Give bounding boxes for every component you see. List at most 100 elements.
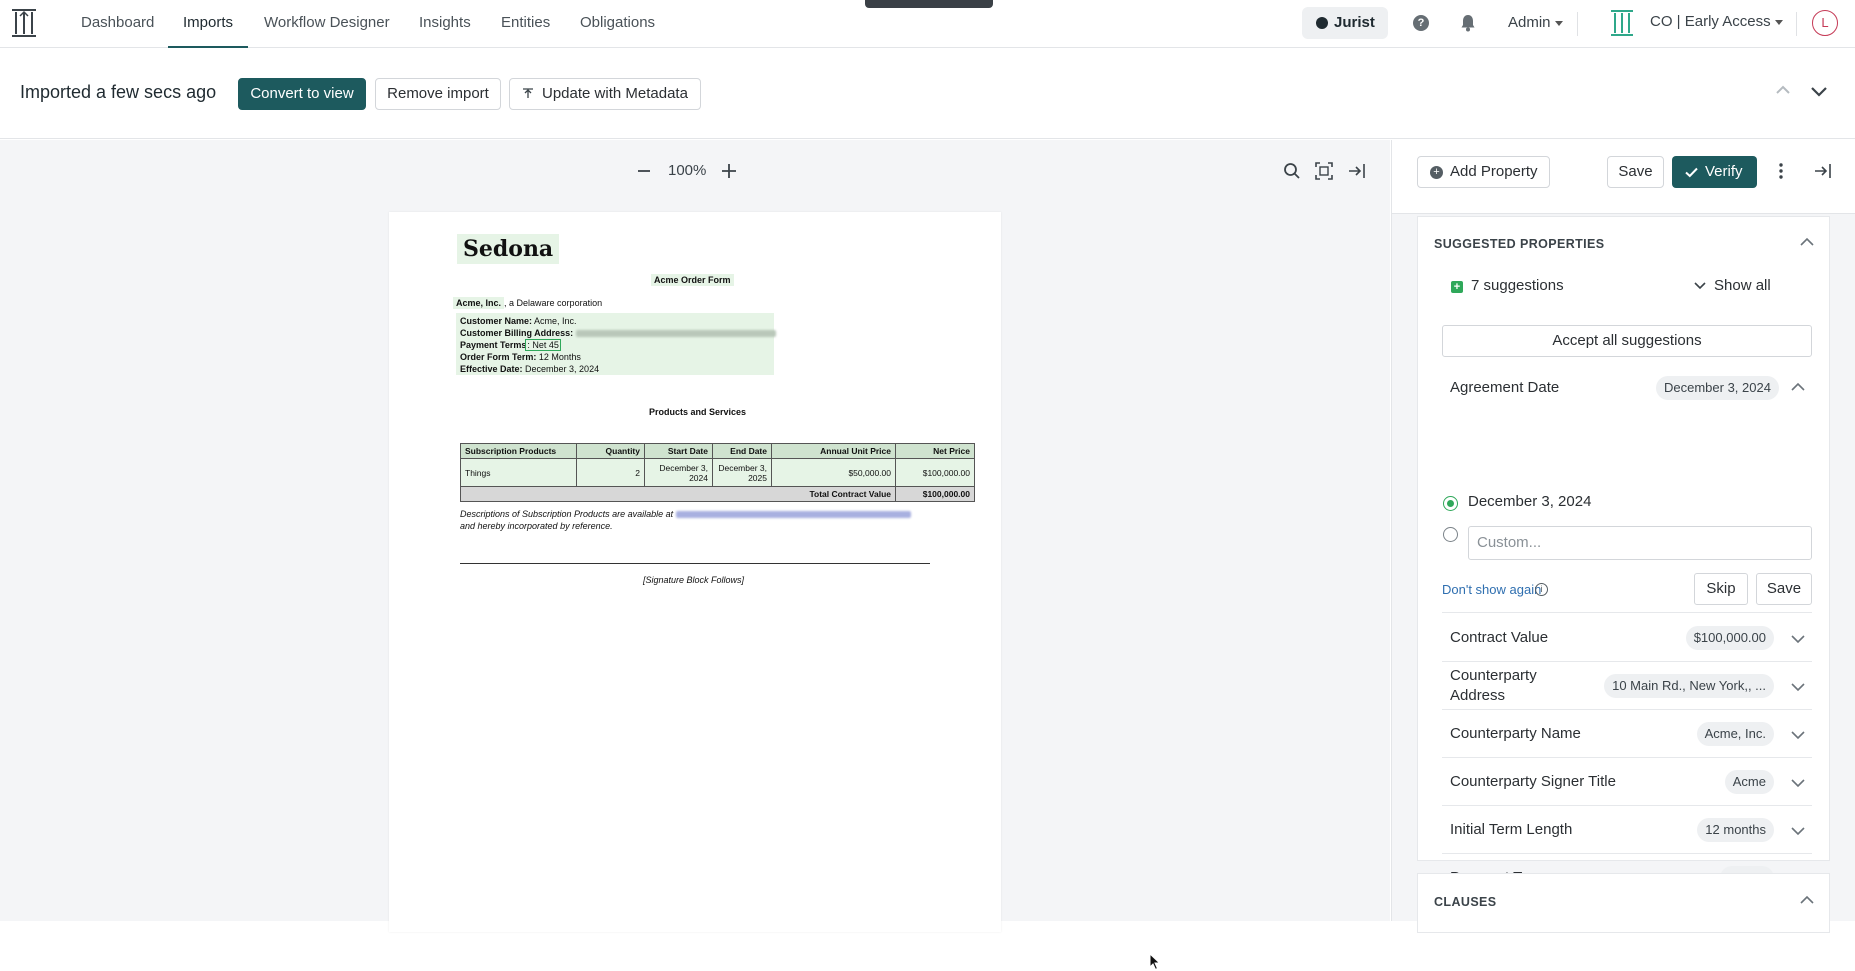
fit-page-icon[interactable] bbox=[1315, 162, 1333, 180]
chevron-up-icon[interactable] bbox=[1775, 82, 1791, 98]
suggestions-count: 7 suggestions bbox=[1471, 277, 1564, 294]
property-value-pill[interactable]: December 3, 2024 bbox=[1656, 376, 1779, 400]
section-title: Products and Services bbox=[649, 407, 747, 417]
property-row[interactable]: Counterparty Name Acme, Inc. bbox=[1442, 710, 1812, 758]
party-line: Acme, Inc., a Delaware corporation bbox=[453, 297, 603, 309]
property-row[interactable]: Counterparty Address 10 Main Rd., New Yo… bbox=[1442, 662, 1812, 710]
chevron-down-icon[interactable] bbox=[1791, 634, 1805, 644]
property-row[interactable]: Initial Term Length 12 months bbox=[1442, 806, 1812, 854]
chevron-down-icon[interactable] bbox=[1791, 778, 1805, 788]
mouse-cursor-icon bbox=[1149, 953, 1161, 971]
upload-icon bbox=[523, 88, 533, 98]
table-header: Net Price bbox=[895, 443, 975, 459]
tab-dashboard[interactable]: Dashboard bbox=[81, 0, 154, 48]
help-icon[interactable]: ? bbox=[1413, 15, 1429, 31]
info-icon[interactable]: i bbox=[1535, 583, 1548, 596]
property-value-pill[interactable]: 12 months bbox=[1697, 818, 1774, 842]
table-header: Subscription Products bbox=[460, 443, 577, 459]
option-radio-selected[interactable] bbox=[1443, 496, 1458, 511]
field-billing-address: Customer Billing Address: bbox=[460, 328, 776, 338]
table-cell: $50,000.00 bbox=[771, 458, 896, 487]
chevron-down-icon bbox=[1774, 19, 1783, 25]
chevron-down-icon bbox=[1694, 282, 1706, 290]
table-cell: December 3, 2025 bbox=[712, 458, 772, 487]
property-name: Counterparty Address bbox=[1450, 667, 1537, 704]
table-total-row: Total Contract Value $100,000.00 bbox=[460, 486, 975, 502]
property-value-pill[interactable]: $100,000.00 bbox=[1685, 626, 1774, 650]
option-label: December 3, 2024 bbox=[1468, 493, 1592, 510]
collapse-panel-icon[interactable] bbox=[1348, 162, 1366, 180]
party-desc: , a Delaware corporation bbox=[504, 298, 603, 308]
add-property-button[interactable]: + Add Property bbox=[1417, 156, 1550, 188]
chevron-up-icon[interactable] bbox=[1800, 895, 1814, 905]
save-button[interactable]: Save bbox=[1607, 156, 1664, 188]
more-options-icon[interactable] bbox=[1778, 162, 1784, 180]
org-switcher[interactable]: CO | Early Access bbox=[1650, 13, 1783, 30]
property-name: Initial Term Length bbox=[1450, 821, 1573, 838]
field-effective-date: Effective Date: December 3, 2024 bbox=[460, 364, 600, 374]
property-row[interactable]: Contract Value $100,000.00 bbox=[1442, 614, 1812, 662]
skip-button[interactable]: Skip bbox=[1694, 573, 1748, 605]
redacted-link bbox=[675, 511, 911, 519]
check-icon bbox=[1685, 167, 1698, 178]
document-title: Acme Order Form bbox=[651, 274, 734, 286]
table-cell: 2 bbox=[576, 458, 645, 487]
signature-note: [Signature Block Follows] bbox=[643, 575, 745, 585]
chevron-up-icon[interactable] bbox=[1791, 382, 1805, 392]
table-total-label: Total Contract Value bbox=[460, 486, 896, 502]
save-suggestion-button[interactable]: Save bbox=[1756, 573, 1812, 605]
chevron-down-icon[interactable] bbox=[1791, 826, 1805, 836]
property-value-pill[interactable]: Acme, Inc. bbox=[1696, 722, 1774, 746]
table-cell: $100,000.00 bbox=[895, 458, 975, 487]
show-all-toggle[interactable]: Show all bbox=[1694, 277, 1771, 294]
tab-imports[interactable]: Imports bbox=[168, 0, 248, 48]
chevron-down-icon[interactable] bbox=[1810, 82, 1828, 100]
field-customer-name: Customer Name: Acme, Inc. bbox=[460, 316, 577, 326]
jurist-button[interactable]: Jurist bbox=[1302, 7, 1388, 39]
panel-toolbar: + Add Property Save Verify bbox=[1392, 140, 1855, 214]
divider bbox=[460, 563, 930, 564]
dont-show-again-link[interactable]: Don't show again bbox=[1442, 582, 1541, 597]
bell-icon[interactable] bbox=[1460, 14, 1476, 32]
redacted-text bbox=[575, 330, 776, 338]
plus-circle-icon: + bbox=[1430, 166, 1443, 179]
jurist-label: Jurist bbox=[1334, 14, 1375, 31]
avatar[interactable]: L bbox=[1812, 10, 1838, 36]
clauses-card: CLAUSES bbox=[1417, 873, 1830, 933]
desc-line-2: and hereby incorporated by reference. bbox=[460, 521, 613, 531]
app-logo-icon[interactable] bbox=[10, 8, 38, 38]
property-value-pill[interactable]: 10 Main Rd., New York,, ... bbox=[1604, 674, 1774, 698]
table-total-value: $100,000.00 bbox=[895, 486, 975, 502]
property-row[interactable]: Counterparty Signer Title Acme bbox=[1442, 758, 1812, 806]
table-cell: Things bbox=[460, 458, 577, 487]
search-icon[interactable] bbox=[1283, 162, 1301, 180]
convert-to-view-button[interactable]: Convert to view bbox=[238, 78, 366, 110]
verify-button[interactable]: Verify bbox=[1672, 156, 1757, 188]
chevron-down-icon[interactable] bbox=[1791, 730, 1805, 740]
add-property-label: Add Property bbox=[1450, 163, 1538, 180]
remove-import-button[interactable]: Remove import bbox=[375, 78, 501, 110]
property-name: Counterparty Name bbox=[1450, 725, 1581, 742]
table-header: Annual Unit Price bbox=[771, 443, 896, 459]
zoom-in-icon[interactable] bbox=[720, 162, 738, 180]
custom-value-input[interactable]: Custom... bbox=[1468, 526, 1812, 560]
chevron-up-icon[interactable] bbox=[1800, 237, 1814, 247]
zoom-out-icon[interactable] bbox=[636, 163, 652, 179]
table-header: Quantity bbox=[576, 443, 645, 459]
property-value-pill[interactable]: Acme bbox=[1724, 770, 1774, 794]
tab-insights[interactable]: Insights bbox=[419, 0, 471, 48]
custom-radio[interactable] bbox=[1443, 527, 1458, 542]
field-payment-terms: Payment Terms: Net 45 bbox=[460, 339, 561, 351]
admin-menu[interactable]: Admin bbox=[1508, 14, 1563, 31]
property-name: Agreement Date bbox=[1450, 379, 1560, 396]
property-name: Contract Value bbox=[1450, 629, 1549, 646]
update-metadata-button[interactable]: Update with Metadata bbox=[509, 78, 701, 110]
tab-obligations[interactable]: Obligations bbox=[580, 0, 655, 48]
collapse-panel-icon[interactable] bbox=[1814, 162, 1832, 180]
tab-entities[interactable]: Entities bbox=[501, 0, 550, 48]
tab-workflow-designer[interactable]: Workflow Designer bbox=[264, 0, 390, 48]
accept-all-button[interactable]: Accept all suggestions bbox=[1442, 325, 1812, 357]
chevron-down-icon[interactable] bbox=[1791, 682, 1805, 692]
org-logo-icon bbox=[1611, 10, 1633, 36]
divider bbox=[1796, 12, 1797, 36]
